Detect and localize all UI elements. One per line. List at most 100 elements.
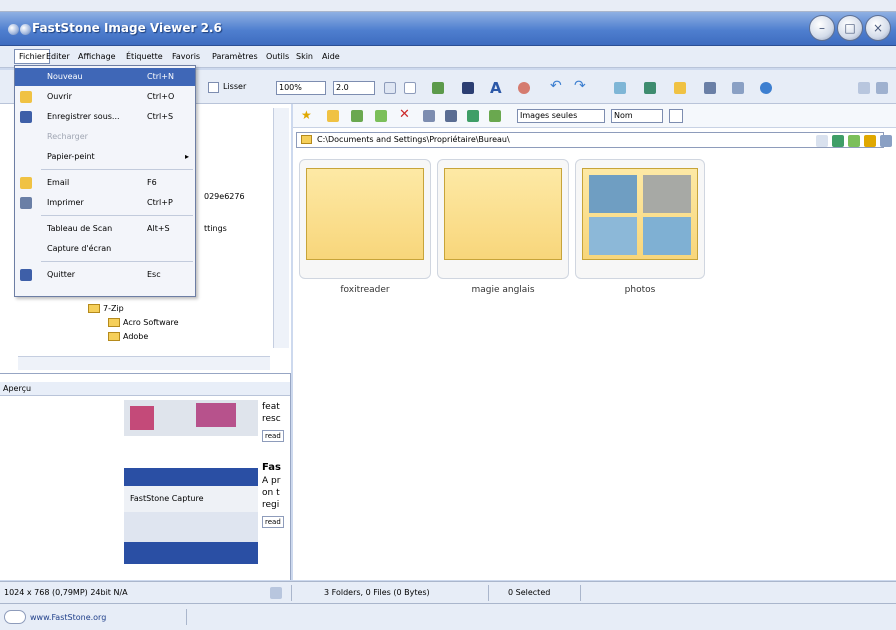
exit-icon: [20, 269, 32, 281]
print-icon[interactable]: [704, 82, 716, 94]
maximize-button[interactable]: □: [837, 15, 863, 41]
sort-direction-button[interactable]: [669, 109, 683, 123]
tree-vertical-scrollbar[interactable]: [273, 108, 289, 348]
status-bar: 1024 x 768 (0,79MP) 24bit N/A 3 Folders,…: [0, 581, 896, 603]
menu-item-papier-peint[interactable]: Papier-peint ▸: [15, 148, 195, 166]
preview-image-1: [124, 400, 258, 436]
save-icon: [20, 111, 32, 123]
redeye-icon[interactable]: [518, 82, 530, 94]
menu-item-email[interactable]: Email F6: [15, 174, 195, 192]
menu-item-quitter[interactable]: Quitter Esc: [15, 266, 195, 284]
title-bar: FastStone Image Viewer 2.6 – □ ×: [0, 12, 896, 46]
move-icon[interactable]: [375, 110, 387, 122]
folder-up-icon[interactable]: [327, 110, 339, 122]
thumbnail-magie-anglais[interactable]: [437, 159, 569, 279]
thumbnail-photos[interactable]: [575, 159, 705, 279]
tree-item-partial-1[interactable]: 029e6276: [204, 192, 245, 201]
thumbnails-icon[interactable]: [423, 110, 435, 122]
fit-icon[interactable]: [384, 82, 396, 94]
favorite-star-icon[interactable]: ★: [301, 108, 312, 122]
menu-skin[interactable]: Skin: [296, 52, 313, 61]
status-resolution: 1024 x 768 (0,79MP) 24bit N/A: [4, 588, 128, 597]
rotate-left-icon[interactable]: ↶: [550, 78, 562, 94]
copy-icon[interactable]: [732, 82, 744, 94]
menu-editer[interactable]: Editer: [46, 52, 70, 61]
thumb-label-foxitreader: foxitreader: [340, 285, 390, 295]
adjust-icon[interactable]: [432, 82, 444, 94]
ratio-select[interactable]: 2.0: [333, 81, 375, 95]
up-icon[interactable]: [864, 135, 876, 147]
submenu-arrow-icon: ▸: [185, 152, 190, 161]
info-icon[interactable]: [760, 82, 772, 94]
menu-item-ouvrir[interactable]: Ouvrir Ctrl+O: [15, 88, 195, 106]
window-title: FastStone Image Viewer 2.6: [32, 21, 222, 35]
thumb-label-magie-anglais: magie anglais: [471, 285, 535, 295]
tree-item-partial-2[interactable]: ttings: [204, 224, 227, 233]
menu-etiquette[interactable]: Étiquette: [126, 52, 163, 61]
website-link[interactable]: www.FastStone.org: [30, 613, 106, 622]
close-button[interactable]: ×: [865, 15, 891, 41]
preview-text-2: resc: [262, 414, 281, 424]
list-icon[interactable]: [467, 110, 479, 122]
refresh-icon[interactable]: [489, 110, 501, 122]
recycle-icon[interactable]: [880, 135, 892, 147]
preview-text-5: regi: [262, 500, 280, 510]
preview-text-4: on t: [262, 488, 280, 498]
grid-icon[interactable]: [614, 82, 626, 94]
file-menu-dropdown: Nouveau Ctrl+N Ouvrir Ctrl+O Enregistrer s…: [14, 65, 196, 297]
folder-icon: [88, 304, 100, 313]
menu-parametres[interactable]: Paramètres: [212, 52, 258, 61]
app-icon[interactable]: [8, 24, 19, 35]
menu-separator: [41, 261, 193, 262]
faststone-logo-icon: [4, 610, 26, 624]
text-icon[interactable]: A: [490, 79, 502, 97]
menu-item-tableau-scan[interactable]: Tableau de Scan Alt+S: [15, 220, 195, 238]
tree-horizontal-scrollbar[interactable]: [18, 356, 270, 370]
status-counts: 3 Folders, 0 Files (0 Bytes): [324, 588, 430, 597]
email-icon: [20, 177, 32, 189]
preview-image-2: FastStone Capture: [124, 468, 258, 564]
slideshow-icon[interactable]: [644, 82, 656, 94]
menu-separator: [41, 169, 193, 170]
details-icon[interactable]: [445, 110, 457, 122]
rotate-right-icon[interactable]: ↷: [574, 78, 586, 94]
go-icon[interactable]: [832, 135, 844, 147]
menu-affichage[interactable]: Affichage: [78, 52, 116, 61]
lisser-checkbox[interactable]: [208, 82, 219, 93]
tree-item-acro[interactable]: Acro Software: [108, 318, 179, 327]
tree-item-adobe[interactable]: Adobe: [108, 332, 148, 341]
menu-item-nouveau[interactable]: Nouveau Ctrl+N: [15, 68, 195, 86]
preview-header: Aperçu: [0, 382, 290, 396]
tree-item-7zip[interactable]: 7-Zip: [88, 304, 124, 313]
folder-icon[interactable]: [674, 82, 686, 94]
path-dropdown-icon[interactable]: [816, 135, 828, 147]
menu-aide[interactable]: Aide: [322, 52, 340, 61]
menu-outils[interactable]: Outils: [266, 52, 289, 61]
fullscreen-icon[interactable]: [876, 82, 888, 94]
read-more-link-2[interactable]: read: [262, 516, 284, 528]
menu-item-imprimer[interactable]: Imprimer Ctrl+P: [15, 194, 195, 212]
layout-icon[interactable]: [858, 82, 870, 94]
menu-item-recharger: Recharger: [47, 132, 88, 141]
menu-separator: [41, 215, 193, 216]
read-more-link-1[interactable]: read: [262, 430, 284, 442]
menu-fichier[interactable]: Fichier: [14, 49, 51, 64]
menu-item-capture-ecran[interactable]: Capture d'écran: [15, 240, 195, 258]
menu-favoris[interactable]: Favoris: [172, 52, 200, 61]
filter-select[interactable]: Images seules: [517, 109, 605, 123]
thumbnail-foxitreader[interactable]: [299, 159, 431, 279]
page-icon[interactable]: [404, 82, 416, 94]
menu-item-enregistrer[interactable]: Enregistrer sous... Ctrl+S: [15, 108, 195, 126]
bottom-bar: www.FastStone.org: [0, 603, 896, 630]
sort-select[interactable]: Nom: [611, 109, 663, 123]
new-folder-icon[interactable]: [351, 110, 363, 122]
zoom-select[interactable]: 100%: [276, 81, 326, 95]
crop-icon[interactable]: [462, 82, 474, 94]
minimize-button[interactable]: –: [809, 15, 835, 41]
back-icon[interactable]: [848, 135, 860, 147]
delete-icon[interactable]: ✕: [399, 107, 410, 122]
preview-text-1: feat: [262, 402, 280, 412]
desktop-strip: [0, 0, 896, 12]
path-input[interactable]: C:\Documents and Settings\Propriétaire\B…: [296, 132, 884, 148]
fit-window-icon[interactable]: [270, 587, 282, 599]
